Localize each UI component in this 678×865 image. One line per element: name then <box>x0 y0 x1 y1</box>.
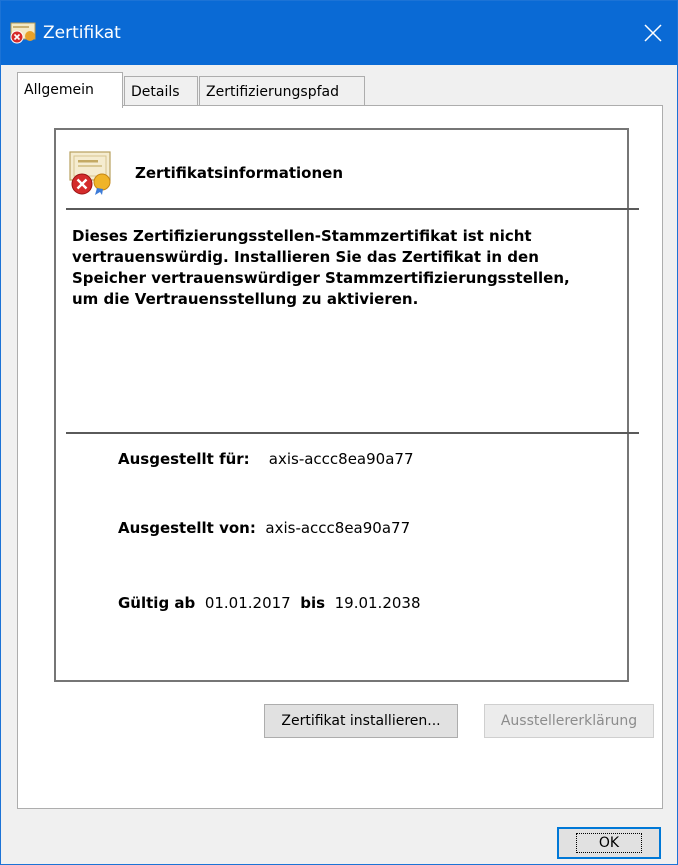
valid-to-label: bis <box>300 594 326 612</box>
ok-label: OK <box>575 833 643 853</box>
validity-row: Gültig ab 01.01.2017 bis 19.01.2038 <box>118 594 421 612</box>
tab-zertifizierungspfad[interactable]: Zertifizierungspfad <box>199 76 365 106</box>
valid-from-value: 01.01.2017 <box>204 594 291 612</box>
tab-details[interactable]: Details <box>124 76 198 106</box>
ok-button[interactable]: OK <box>557 827 661 859</box>
issued-to-value: axis-accc8ea90a77 <box>268 450 414 468</box>
tab-allgemein[interactable]: Allgemein <box>17 72 123 108</box>
certificate-icon <box>10 22 36 44</box>
issued-to-row: Ausgestellt für: axis-accc8ea90a77 <box>118 450 414 468</box>
issued-by-value: axis-accc8ea90a77 <box>265 519 411 537</box>
title-bar[interactable]: Zertifikat <box>1 1 677 65</box>
certificate-error-icon <box>69 151 111 195</box>
issued-to-label: Ausgestellt für: <box>118 450 250 468</box>
issued-by-row: Ausgestellt von: axis-accc8ea90a77 <box>118 519 410 537</box>
divider <box>66 208 639 210</box>
certificate-info-box: Zertifikatsinformationen Dieses Zertifiz… <box>54 128 639 682</box>
tab-panel-general: Zertifikatsinformationen Dieses Zertifiz… <box>17 105 663 809</box>
issuer-statement-button[interactable]: Ausstellererklärung <box>484 704 654 738</box>
install-certificate-button[interactable]: Zertifikat installieren... <box>264 704 458 738</box>
close-icon <box>644 24 662 42</box>
divider <box>66 432 639 434</box>
valid-from-label: Gültig ab <box>118 594 196 612</box>
certificate-dialog: Zertifikat Allgemein Details Zertifizier… <box>0 0 678 865</box>
window-title: Zertifikat <box>43 23 121 43</box>
close-button[interactable] <box>629 1 677 65</box>
info-heading: Zertifikatsinformationen <box>135 164 344 182</box>
issued-by-label: Ausgestellt von: <box>118 519 256 537</box>
valid-to-value: 19.01.2038 <box>334 594 421 612</box>
trust-warning-text: Dieses Zertifizierungsstellen-Stammzerti… <box>72 227 570 308</box>
